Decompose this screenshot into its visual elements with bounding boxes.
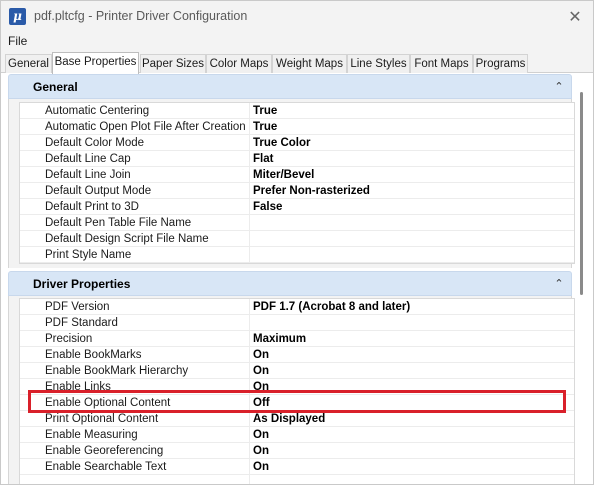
tab-programs[interactable]: Programs [473, 54, 528, 73]
property-row[interactable]: Default Line Join Miter/Bevel [20, 167, 574, 183]
collapse-icon[interactable]: ⌃ [552, 80, 566, 94]
property-value[interactable]: Prefer Non-rasterized [253, 184, 370, 198]
section-title-general: General [33, 80, 78, 94]
property-name: Enable Georeferencing [45, 445, 164, 457]
collapse-icon[interactable]: ⌃ [552, 277, 566, 291]
tab-strip: General Base Properties Paper Sizes Colo… [1, 52, 593, 74]
property-value[interactable]: On [253, 444, 269, 458]
property-value[interactable]: On [253, 428, 269, 442]
property-row[interactable]: Default Output Mode Prefer Non-rasterized [20, 183, 574, 199]
window-title: pdf.pltcfg - Printer Driver Configuratio… [34, 9, 248, 23]
property-name: PDF Version [45, 301, 110, 313]
section-header-general[interactable]: General ⌃ [8, 74, 572, 99]
property-value[interactable]: On [253, 348, 269, 362]
highlight-box [28, 390, 566, 413]
property-name: Enable BookMark Hierarchy [45, 365, 189, 377]
property-value[interactable]: On [253, 460, 269, 474]
property-value[interactable]: Maximum [253, 332, 306, 346]
property-name: PDF Standard [45, 317, 118, 329]
property-value[interactable]: On [253, 364, 269, 378]
property-row[interactable]: Default Print to 3D False [20, 199, 574, 215]
property-row[interactable]: Print Optional Content As Displayed [20, 411, 574, 427]
tab-weight-maps[interactable]: Weight Maps [272, 54, 347, 73]
property-name: Default Output Mode [45, 185, 152, 197]
property-name: Enable Measuring [45, 429, 138, 441]
property-value[interactable]: False [253, 200, 282, 214]
tab-base-properties[interactable]: Base Properties [52, 52, 139, 74]
property-row[interactable]: Enable Searchable Text On [20, 459, 574, 475]
property-row[interactable]: Default Design Script File Name [20, 231, 574, 247]
property-name: Automatic Open Plot File After Creation [45, 121, 246, 133]
property-row[interactable]: Default Color Mode True Color [20, 135, 574, 151]
property-row[interactable]: Precision Maximum [20, 331, 574, 347]
property-row[interactable]: Enable BookMark Hierarchy On [20, 363, 574, 379]
property-row[interactable]: Enable BookMarks On [20, 347, 574, 363]
menu-file[interactable]: File [8, 34, 27, 48]
property-row[interactable]: Print Style Name [20, 247, 574, 263]
property-value[interactable]: As Displayed [253, 412, 325, 426]
property-value[interactable]: PDF 1.7 (Acrobat 8 and later) [253, 300, 410, 314]
tab-line-styles[interactable]: Line Styles [347, 54, 410, 73]
property-row[interactable]: Default Line Cap Flat [20, 151, 574, 167]
app-icon: μ [9, 8, 26, 25]
property-value[interactable]: True Color [253, 136, 311, 150]
property-name: Default Design Script File Name [45, 233, 209, 245]
printer-driver-config-window: μ pdf.pltcfg - Printer Driver Configurat… [0, 0, 594, 485]
property-name: Precision [45, 333, 93, 345]
menu-bar: File [1, 32, 593, 52]
general-properties-grid: Automatic Centering True Automatic Open P… [19, 102, 575, 264]
property-value[interactable]: Miter/Bevel [253, 168, 314, 182]
property-name: Automatic Centering [45, 105, 150, 117]
property-value[interactable]: True [253, 104, 277, 118]
property-name: Print Optional Content [45, 413, 159, 425]
property-name: Default Line Join [45, 169, 131, 181]
property-row[interactable]: Automatic Centering True [20, 103, 574, 119]
property-name: Default Line Cap [45, 153, 131, 165]
property-name: Enable BookMarks [45, 349, 142, 361]
property-name: Default Print to 3D [45, 201, 139, 213]
property-row[interactable]: PDF Standard [20, 315, 574, 331]
vertical-scrollbar[interactable] [576, 74, 586, 484]
property-value[interactable]: Flat [253, 152, 273, 166]
property-name: Default Color Mode [45, 137, 145, 149]
scrollbar-thumb[interactable] [580, 92, 583, 295]
property-name: Enable Searchable Text [45, 461, 167, 473]
tab-general[interactable]: General [5, 54, 52, 73]
property-name: Print Style Name [45, 249, 132, 261]
section-header-driver-properties[interactable]: Driver Properties ⌃ [8, 271, 572, 296]
tab-font-maps[interactable]: Font Maps [410, 54, 473, 73]
section-body-general: Automatic Centering True Automatic Open P… [8, 99, 575, 268]
property-name: Default Pen Table File Name [45, 217, 192, 229]
tab-color-maps[interactable]: Color Maps [206, 54, 272, 73]
property-row[interactable]: Enable Measuring On [20, 427, 574, 443]
section-title-driver-properties: Driver Properties [33, 277, 131, 291]
property-row[interactable]: Enable Georeferencing On [20, 443, 574, 459]
property-row[interactable]: PDF Version PDF 1.7 (Acrobat 8 and later) [20, 299, 574, 315]
tab-paper-sizes[interactable]: Paper Sizes [140, 54, 206, 73]
close-icon[interactable]: ✕ [557, 1, 593, 32]
property-row[interactable]: Default Pen Table File Name [20, 215, 574, 231]
property-value[interactable]: True [253, 120, 277, 134]
title-bar[interactable]: μ pdf.pltcfg - Printer Driver Configurat… [1, 1, 593, 32]
property-row[interactable]: Automatic Open Plot File After Creation T… [20, 119, 574, 135]
